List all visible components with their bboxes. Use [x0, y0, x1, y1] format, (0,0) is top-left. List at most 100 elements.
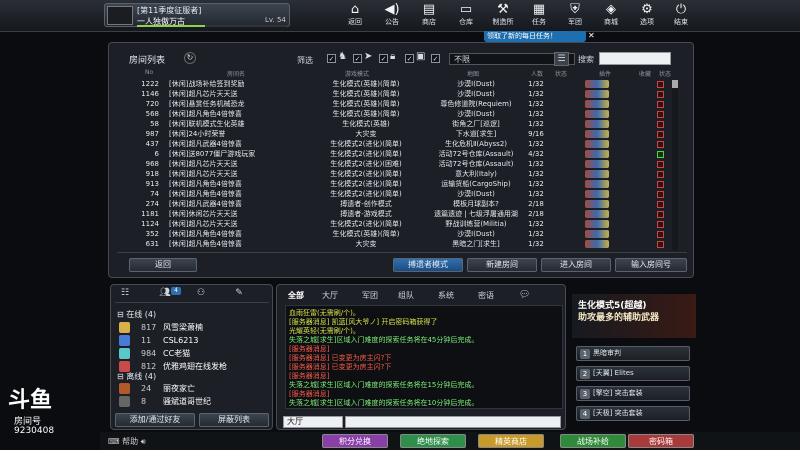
nav-warehouse[interactable]: ▭ 仓库: [451, 2, 481, 30]
header-title[interactable]: 房间名: [227, 69, 245, 78]
filter-checkbox-private[interactable]: ✓: [405, 54, 414, 63]
bottom-button[interactable]: 密码箱: [628, 434, 694, 448]
chat-input[interactable]: [345, 416, 561, 428]
banner-close-icon[interactable]: ✕: [588, 31, 598, 41]
room-list-scrollbar[interactable]: [672, 80, 678, 250]
filter-checkbox-lock[interactable]: ✓: [353, 54, 362, 63]
shortcut-item[interactable]: 1 黑暗审判: [576, 346, 690, 361]
room-row[interactable]: 968 [休闲]超凡芯片天天送 生化模式2(进化)(困难) 活动72号仓库(Assau…: [115, 160, 671, 169]
shortcut-item[interactable]: 2 [天翼] Elites: [576, 366, 690, 381]
lock-icon: 🔒︎: [390, 51, 396, 62]
room-state-icon: [657, 131, 664, 138]
plugin-icons: [585, 100, 609, 108]
room-map: 运输货船(CargoShip): [441, 180, 511, 188]
list-view-icon[interactable]: ☰: [554, 52, 569, 66]
nav-label: 商城: [604, 18, 618, 26]
shortcut-item[interactable]: 3 [擎空] 突击套装: [576, 386, 690, 401]
bottom-button[interactable]: 积分兑换: [322, 434, 388, 448]
header-status[interactable]: 状态: [555, 69, 567, 78]
room-row[interactable]: 437 [休闲]超凡武器4倍惊喜 生化模式2(进化)(简单) 生化危机Ⅱ(Abyss2…: [115, 140, 671, 149]
room-no: 918: [145, 170, 159, 178]
bottom-button[interactable]: 战场补给: [560, 434, 626, 448]
room-row[interactable]: 918 [休闲]超凡芯片天天送 生化模式2(进化)(简单) 意大利(Italy) 1/3…: [115, 170, 671, 179]
search-friend-tab-icon[interactable]: ⚇: [191, 288, 211, 300]
chat-tab[interactable]: 大厅: [317, 290, 343, 302]
room-state-icon: [657, 101, 664, 108]
bottom-button[interactable]: 绝地探索: [400, 434, 466, 448]
room-row[interactable]: 6 [休闲]送8077僵尸游戏玩家 生化模式2(进化)(简单) 活动72号仓库(Ass…: [115, 150, 671, 159]
friend-row[interactable]: 817 风雪梁萧楠: [119, 321, 259, 334]
header-fav[interactable]: 收藏: [639, 69, 651, 78]
chat-message: [服务器消息]: [289, 345, 330, 353]
room-row[interactable]: 352 [休闲]超凡角色4倍惊喜 生化模式(英雄)(简单) 沙漠Ⅰ(Dust) 1/32: [115, 230, 671, 239]
nav-mission[interactable]: ▦ 任务: [524, 2, 554, 30]
nav-shop[interactable]: ▤ 商店: [414, 2, 444, 30]
shortcut-item[interactable]: 4 [天极] 突击套装: [576, 406, 690, 421]
room-count: 1/32: [528, 220, 544, 228]
new-room-button[interactable]: 新建房间: [467, 258, 537, 272]
header-map[interactable]: 地图: [467, 69, 479, 78]
room-row[interactable]: 274 [休闲]超凡武器4倍惊喜 搏遗者-创作模式 模板月球副本? 2/18: [115, 200, 671, 209]
nav-home[interactable]: ⌂ 返回: [340, 2, 370, 30]
plugin-icons: [585, 90, 609, 98]
search-input[interactable]: [599, 52, 671, 65]
room-row[interactable]: 1181 [休闲]休闲芯片天天送 搏遗者-游戏模式 遗篇遗迹 | 七级浮屠通用湖 2/1…: [115, 210, 671, 219]
nav-mall[interactable]: ◈ 商城: [596, 2, 626, 30]
room-row[interactable]: 987 [休闲]24小时荣誉 大灾变 下水道[求生] 9/16: [115, 130, 671, 139]
room-map: 尊色修道院(Requiem): [440, 100, 512, 108]
nav-options[interactable]: ⚙ 选项: [632, 2, 662, 30]
mission-banner[interactable]: 领取了新的每日任务！: [484, 31, 586, 42]
offline-group[interactable]: ⊟ 离线 (4): [117, 371, 156, 382]
online-group[interactable]: ⊟ 在线 (4): [117, 309, 156, 320]
block-list-button[interactable]: 屏蔽列表: [199, 413, 269, 427]
friend-row[interactable]: 8 骚斌道哥世纪: [119, 395, 259, 408]
enter-room-number-button[interactable]: 输入房间号: [615, 258, 687, 272]
enter-room-button[interactable]: 进入房间: [541, 258, 611, 272]
friend-row[interactable]: 24 丽夜家亡: [119, 382, 259, 395]
room-row[interactable]: 913 [休闲]超凡角色4倍惊喜 生化模式2(进化)(简单) 运输货船(CargoSh…: [115, 180, 671, 189]
header-no[interactable]: No: [145, 69, 153, 76]
room-row[interactable]: 631 [休闲]超凡角色4倍惊喜 大灾变 黑暗之门[求生] 1/32: [115, 240, 671, 249]
add-friend-button[interactable]: 添加/通过好友: [115, 413, 195, 427]
chat-tab[interactable]: 军团: [357, 290, 383, 302]
help-button[interactable]: ⌨ 帮助 🔊︎: [108, 436, 146, 447]
edit-tab-icon[interactable]: ✎: [229, 288, 249, 300]
room-row[interactable]: 1146 [休闲]超凡芯片天天送 生化模式(英雄)(简单) 沙漠Ⅰ(Dust) 1/32: [115, 90, 671, 99]
chat-channel-select[interactable]: 大厅: [283, 416, 343, 428]
room-row[interactable]: 1222 [休闲]战场补给签到奖励 生化模式(英雄)(简单) 沙漠Ⅰ(Dust) 1/3…: [115, 80, 671, 89]
friend-row[interactable]: 11 CSL6213: [119, 334, 259, 347]
header-state[interactable]: 状态: [659, 69, 671, 78]
filter-checkbox-full[interactable]: ✓: [379, 54, 388, 63]
header-plugin[interactable]: 插件: [599, 69, 611, 78]
friends-tab-icon[interactable]: ☷: [115, 288, 135, 300]
nav-power[interactable]: ⏻ 结束: [666, 2, 696, 30]
header-count[interactable]: 人数: [531, 69, 543, 78]
scrollbar-thumb[interactable]: [672, 80, 678, 88]
chat-tab[interactable]: 组队: [393, 290, 419, 302]
chat-bubble-icon[interactable]: 💬︎: [519, 290, 530, 300]
friend-row[interactable]: 984 CC老猫: [119, 347, 259, 360]
room-row[interactable]: 720 [休闲]悬赏任务机械恐龙 生化模式(英雄)(简单) 尊色修道院(Requiem…: [115, 100, 671, 109]
chat-tab[interactable]: 系统: [433, 290, 459, 302]
room-row[interactable]: 74 [休闲]超凡角色4倍惊喜 生化模式2(进化)(简单) 沙漠Ⅰ(Dust) 1/32: [115, 190, 671, 199]
nav-factory[interactable]: ⚒ 制造所: [488, 2, 518, 30]
room-title: [休闲]悬赏任务机械恐龙: [169, 100, 245, 108]
room-row[interactable]: 568 [休闲]超凡角色4倍惊喜 生化模式(英雄)(简单) 沙漠Ⅰ(Dust) 1/32: [115, 110, 671, 119]
filter-checkbox-extra[interactable]: ✓: [431, 54, 440, 63]
creator-mode-button[interactable]: 搏遗者模式: [393, 258, 463, 272]
player-profile[interactable]: [第11季度征服者] 一人独傲万古 Lv. 54: [104, 3, 290, 27]
back-button[interactable]: 返回: [129, 258, 197, 272]
header-mode[interactable]: 游戏模式: [345, 69, 369, 78]
nav-legion[interactable]: ⛨ 军团: [560, 2, 590, 30]
room-map: 沙漠Ⅰ(Dust): [457, 230, 495, 238]
bottom-button[interactable]: 精英商店: [478, 434, 544, 448]
room-row[interactable]: 1124 [休闲]超凡芯片天天送 生化模式2(进化)(简单) 野战训练营(Militi…: [115, 220, 671, 229]
refresh-icon[interactable]: ↻: [184, 52, 196, 64]
nav-speaker[interactable]: ◀) 公告: [377, 2, 407, 30]
room-state-icon: [657, 111, 664, 118]
chat-tab[interactable]: 密语: [473, 290, 499, 302]
friend-name: 风雪梁萧楠: [163, 323, 203, 332]
room-row[interactable]: 58 [休闲]联机模式生化英雄 生化模式(英雄) 街角之厂[巡逻] 1/32: [115, 120, 671, 129]
filter-checkbox-mode[interactable]: ✓: [327, 54, 336, 63]
chat-tab[interactable]: 全部: [283, 290, 309, 302]
